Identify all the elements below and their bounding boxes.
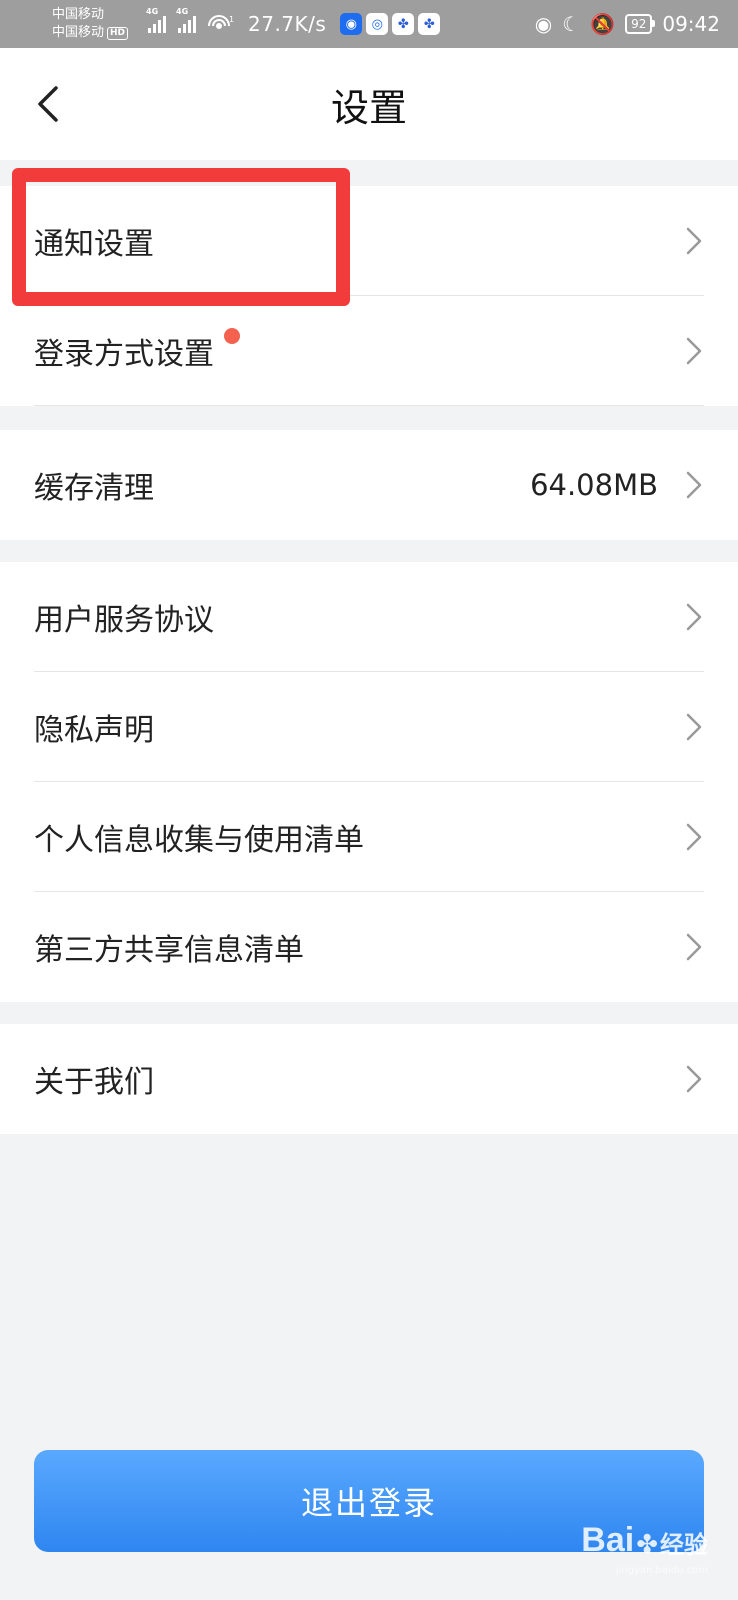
watermark-brand-suffix: 经验 <box>660 1531 708 1559</box>
chevron-right-icon <box>686 337 702 365</box>
back-arrow-icon <box>38 86 58 122</box>
settings-group-legal: 用户服务协议 隐私声明 个人信息收集与使用清单 第三方共享信息清单 <box>0 562 738 1002</box>
row-label: 通知设置 <box>34 227 154 262</box>
svg-text:1: 1 <box>229 15 234 24</box>
user-agreement-item[interactable]: 用户服务协议 <box>34 562 704 672</box>
chevron-right-icon <box>686 227 702 255</box>
baidu-paw-icon: ✤ <box>636 1530 658 1560</box>
carrier-info: 中国移动 中国移动 HD <box>52 6 142 42</box>
baidu-icon: ✤ <box>418 13 441 35</box>
row-label: 登录方式设置 <box>34 337 214 372</box>
network-speed: 27.7K/s <box>248 12 327 36</box>
wifi-icon: 1 <box>208 15 234 29</box>
settings-group-account: 通知设置 登录方式设置 <box>0 186 738 406</box>
row-label: 用户服务协议 <box>34 603 214 638</box>
watermark-brand: Bai <box>581 1521 635 1559</box>
header: 设置 <box>0 48 738 160</box>
notification-settings-item[interactable]: 通知设置 <box>34 186 704 296</box>
row-label: 个人信息收集与使用清单 <box>34 823 364 858</box>
clock: 09:42 <box>662 12 720 36</box>
chevron-right-icon <box>686 603 702 631</box>
mute-icon: 🔕 <box>590 12 616 36</box>
app-icon: ◎ <box>366 13 389 35</box>
signal-icon: 4G <box>146 7 166 33</box>
watermark-url: jingyan.baidu.com <box>615 1565 708 1576</box>
settings-group-about: 关于我们 <box>0 1024 738 1134</box>
chevron-right-icon <box>686 1065 702 1093</box>
page-title: 设置 <box>330 85 407 130</box>
row-label: 缓存清理 <box>34 471 154 506</box>
chevron-right-icon <box>686 823 702 851</box>
hd-badge: HD <box>107 26 129 40</box>
cache-size-value: 64.08MB <box>530 468 658 502</box>
personal-info-list-item[interactable]: 个人信息收集与使用清单 <box>34 782 704 892</box>
status-bar: 中国移动 中国移动 HD 4G 4G 1 27.7K/s ◉ ◎ ✤ ✤ ◉ ☾… <box>0 0 738 48</box>
signal-icon: 4G <box>176 7 196 33</box>
chevron-right-icon <box>686 933 702 961</box>
battery-icon: 92 <box>625 14 656 34</box>
chevron-right-icon <box>686 471 702 499</box>
app-icon: ◉ <box>340 13 363 35</box>
login-method-settings-item[interactable]: 登录方式设置 <box>34 296 704 406</box>
back-button[interactable] <box>36 82 76 126</box>
baidu-jingyan-watermark: Bai ✤ 经验 jingyan.baidu.com <box>581 1521 708 1576</box>
about-us-item[interactable]: 关于我们 <box>34 1024 704 1134</box>
moon-icon: ☾ <box>562 12 581 36</box>
red-dot-badge <box>224 328 240 344</box>
carrier-1: 中国移动 <box>52 7 105 22</box>
privacy-statement-item[interactable]: 隐私声明 <box>34 672 704 782</box>
third-party-sharing-item[interactable]: 第三方共享信息清单 <box>34 892 704 1002</box>
settings-group-cache: 缓存清理 64.08MB <box>0 430 738 540</box>
cache-clear-item[interactable]: 缓存清理 64.08MB <box>34 430 704 540</box>
row-label: 关于我们 <box>34 1065 154 1100</box>
eye-icon: ◉ <box>534 12 553 36</box>
row-label: 隐私声明 <box>34 713 154 748</box>
baidu-icon: ✤ <box>392 13 415 35</box>
chevron-right-icon <box>686 713 702 741</box>
carrier-2: 中国移动 <box>52 25 105 40</box>
row-label: 第三方共享信息清单 <box>34 933 304 968</box>
